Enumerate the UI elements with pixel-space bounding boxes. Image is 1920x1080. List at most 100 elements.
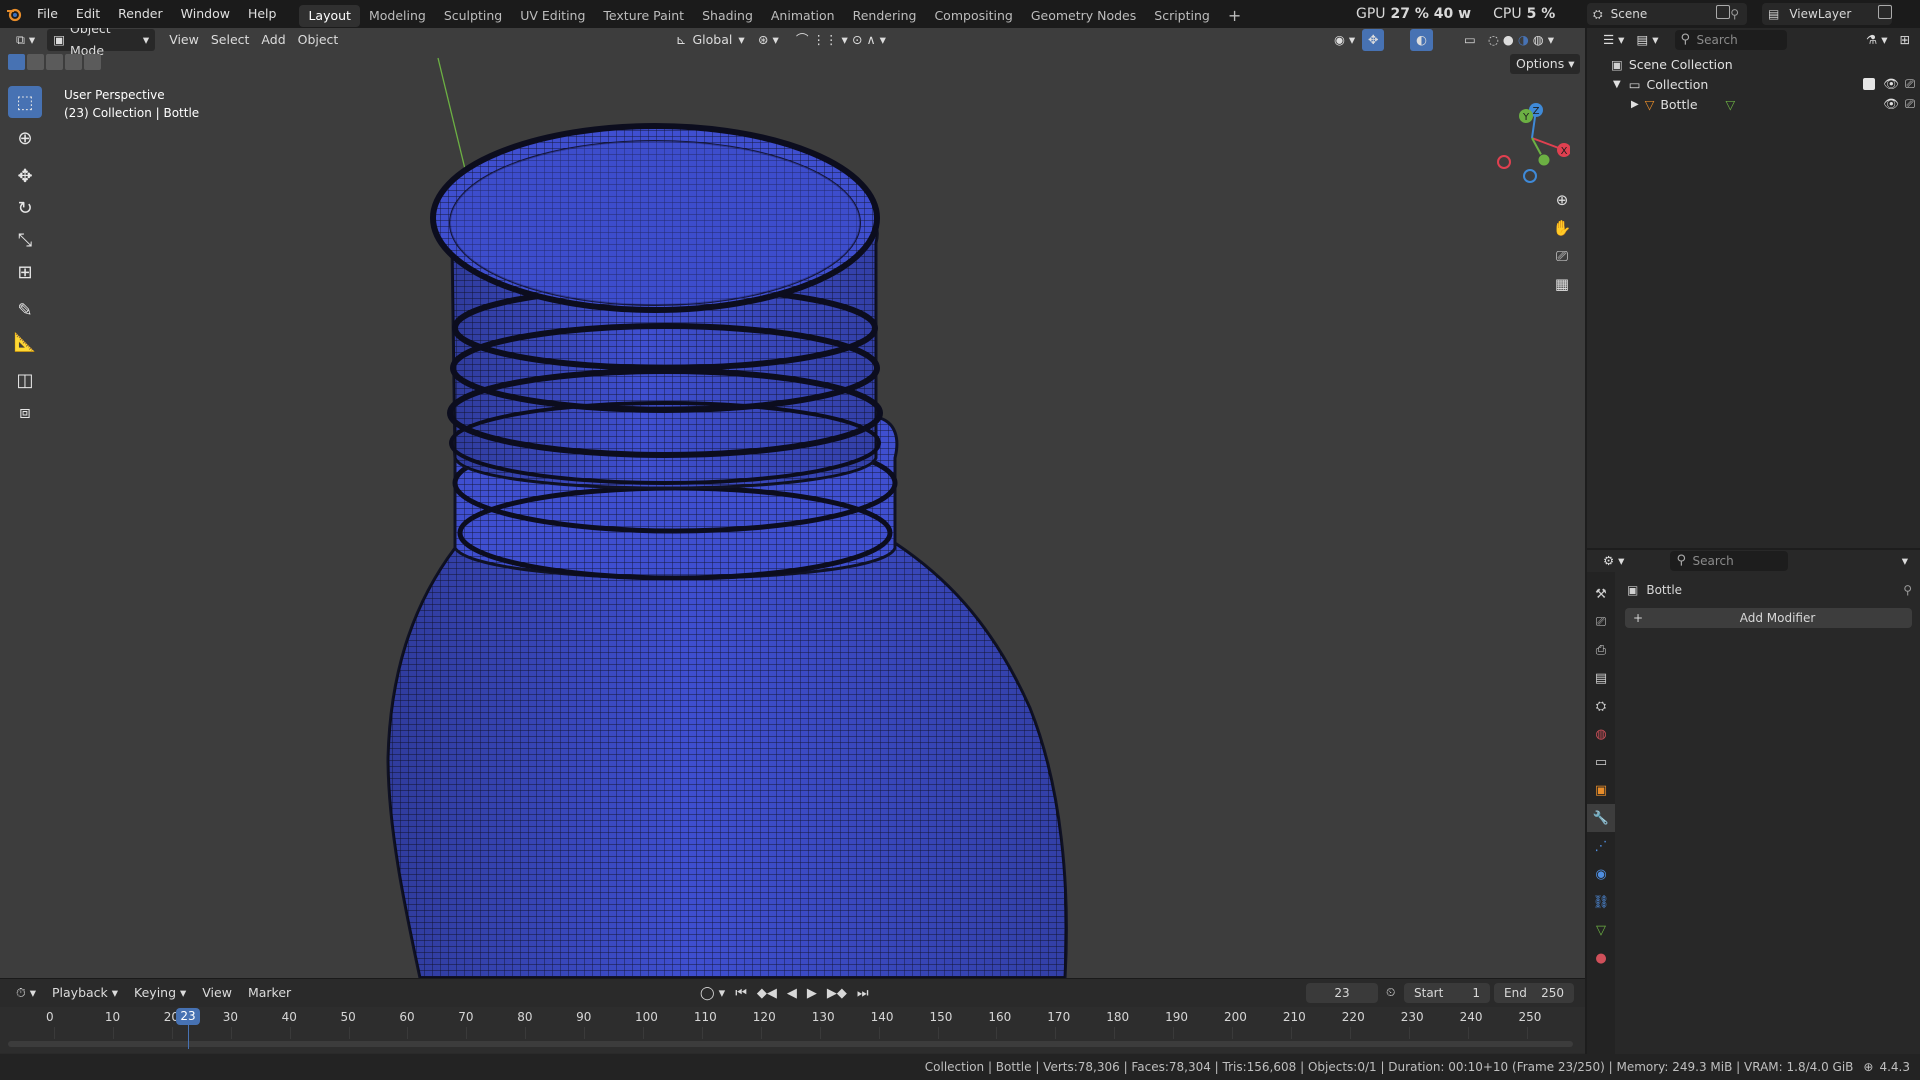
constraints-tab-icon[interactable]: ⛓ — [1587, 888, 1615, 916]
menu-marker[interactable]: Marker — [242, 982, 297, 1004]
new-collection-icon[interactable]: ⊞ — [1894, 29, 1916, 51]
frame-ruler[interactable]: 0 10 20 30 40 50 60 70 80 90 100 110 120 130 140 150 160… — [0, 1007, 1585, 1053]
add-object-icon[interactable]: ⧈ — [8, 396, 42, 428]
annotate-icon[interactable]: ✎ — [8, 294, 42, 326]
select-extend-icon[interactable] — [27, 54, 44, 70]
render-tab-icon[interactable]: ⎚ — [1587, 608, 1615, 636]
play-icon[interactable]: ▶ — [807, 986, 817, 1001]
add-workspace-button[interactable]: + — [1219, 5, 1250, 27]
tab-compositing[interactable]: Compositing — [925, 5, 1021, 27]
scene-tab-icon[interactable]: ⛭ — [1587, 692, 1615, 720]
pin-icon[interactable]: ⚲ — [1730, 7, 1739, 21]
tab-shading[interactable]: Shading — [693, 5, 762, 27]
new-view-layer-icon[interactable] — [1878, 5, 1892, 19]
physics-tab-icon[interactable]: ◉ — [1587, 860, 1615, 888]
overlay-toggle-icon[interactable]: ◐ — [1410, 29, 1433, 51]
menu-playback[interactable]: Playback ▾ — [46, 982, 124, 1004]
pin-icon[interactable]: ⚲ — [1903, 583, 1912, 597]
snap-icon[interactable]: ⌒ ⋮⋮ ▾ — [790, 29, 854, 51]
render-camera-icon[interactable]: ⎚ — [1905, 96, 1915, 112]
view-layer-tab-icon[interactable]: ▤ — [1587, 664, 1615, 692]
wireframe-shading-icon[interactable]: ◌ — [1488, 29, 1499, 51]
properties-editor[interactable]: ⚙ ▾ Search ▾ ⚒ ⎚ ⎙ ▤ ⛭ ◍ ▭ ▣ 🔧 ⋰ ◉ ⛓ ▽ ●… — [1587, 550, 1920, 1054]
properties-search-input[interactable]: Search — [1670, 551, 1789, 571]
cursor-icon[interactable]: ⊕ — [8, 122, 42, 154]
add-cube-icon[interactable]: ◫ — [8, 364, 42, 396]
menu-timeline-view[interactable]: View — [196, 982, 238, 1004]
tab-scripting[interactable]: Scripting — [1145, 5, 1219, 27]
pan-hand-icon[interactable]: ✋ — [1548, 214, 1576, 242]
display-mode-icon[interactable]: ▤ ▾ — [1630, 29, 1664, 51]
options-dropdown[interactable]: Options ▾ — [1510, 54, 1581, 74]
prev-keyframe-icon[interactable]: ◆◀ — [757, 986, 777, 1001]
solid-shading-icon[interactable]: ● — [1503, 29, 1514, 51]
pivot-icon[interactable]: ⊛ ▾ — [752, 29, 785, 51]
3d-viewport[interactable]: ⧉ ▾ ▣ Object Mode ▾ View Select Add Obje… — [0, 28, 1585, 978]
material-shading-icon[interactable]: ◑ — [1518, 29, 1529, 51]
chevron-down-icon[interactable]: ▼ — [1613, 79, 1621, 90]
start-frame-field[interactable]: Start 1 — [1404, 983, 1490, 1003]
select-intersect-icon[interactable] — [84, 54, 101, 70]
end-frame-field[interactable]: End 250 — [1494, 983, 1574, 1003]
mode-selector[interactable]: ▣ Object Mode ▾ — [47, 28, 156, 58]
rendered-shading-icon[interactable]: ◍ — [1533, 29, 1544, 51]
xray-icon[interactable]: ▭ — [1458, 29, 1482, 51]
eye-icon[interactable]: 👁 — [1883, 96, 1899, 112]
menu-file[interactable]: File — [28, 0, 67, 28]
visibility-icon[interactable]: ◉ ▾ — [1328, 29, 1361, 51]
eye-icon[interactable]: 👁 — [1883, 76, 1899, 92]
world-tab-icon[interactable]: ◍ — [1587, 720, 1615, 748]
chevron-down-icon[interactable]: ▾ — [1896, 550, 1914, 572]
navigation-gizmo[interactable]: X Z Y — [1490, 88, 1570, 188]
tab-modeling[interactable]: Modeling — [360, 5, 435, 27]
grid-ortho-icon[interactable]: ▦ — [1548, 270, 1576, 298]
material-tab-icon[interactable]: ● — [1587, 944, 1615, 972]
blender-logo-icon[interactable] — [0, 0, 28, 28]
editor-type-icon[interactable]: ⧉ ▾ — [10, 29, 41, 51]
transform-icon[interactable]: ⊞ — [8, 256, 42, 288]
bottle-mesh[interactable] — [0, 28, 1585, 978]
outliner-editor-icon[interactable]: ☰ ▾ — [1597, 29, 1630, 51]
tab-uv-editing[interactable]: UV Editing — [511, 5, 594, 27]
menu-edit[interactable]: Edit — [67, 0, 109, 28]
next-keyframe-icon[interactable]: ▶◆ — [827, 986, 847, 1001]
exclude-checkbox[interactable] — [1863, 78, 1876, 90]
data-tab-icon[interactable]: ▽ — [1587, 916, 1615, 944]
move-icon[interactable]: ✥ — [8, 160, 42, 192]
select-box-icon[interactable]: ⬚ — [8, 86, 42, 118]
scale-icon[interactable]: ⤡ — [8, 224, 42, 256]
rotate-icon[interactable]: ↻ — [8, 192, 42, 224]
filter-icon[interactable]: ⚗ ▾ — [1860, 29, 1893, 51]
transform-orientation[interactable]: ⊾ Global ▾ — [670, 29, 751, 51]
stopwatch-icon[interactable]: ⏲ — [1386, 985, 1395, 1000]
select-new-icon[interactable] — [8, 54, 25, 70]
tab-animation[interactable]: Animation — [762, 5, 844, 27]
render-camera-icon[interactable]: ⎚ — [1905, 76, 1915, 92]
measure-icon[interactable]: 📐 — [8, 326, 42, 358]
tab-sculpting[interactable]: Sculpting — [435, 5, 511, 27]
tab-rendering[interactable]: Rendering — [844, 5, 926, 27]
select-invert-icon[interactable] — [65, 54, 82, 70]
menu-window[interactable]: Window — [172, 0, 239, 28]
tab-geometry-nodes[interactable]: Geometry Nodes — [1022, 5, 1145, 27]
current-frame-field[interactable]: 23 — [1306, 983, 1378, 1003]
modifier-tab-icon[interactable]: 🔧 — [1587, 804, 1615, 832]
jump-start-icon[interactable]: ⏮ — [735, 986, 747, 1001]
menu-select[interactable]: Select — [205, 29, 256, 51]
menu-render[interactable]: Render — [109, 0, 172, 28]
play-reverse-icon[interactable]: ◀ — [787, 986, 797, 1001]
collection-tab-icon[interactable]: ▭ — [1587, 748, 1615, 776]
tab-texture-paint[interactable]: Texture Paint — [594, 5, 693, 27]
timeline[interactable]: ⏱ ▾ Playback ▾ Keying ▾ View Marker ◯ ▾ … — [0, 978, 1585, 1054]
tool-tab-icon[interactable]: ⚒ — [1587, 580, 1615, 608]
new-scene-icon[interactable] — [1716, 5, 1730, 19]
camera-icon[interactable]: ⎚ — [1548, 242, 1576, 270]
add-modifier-button[interactable]: + Add Modifier — [1625, 608, 1912, 628]
menu-keying[interactable]: Keying ▾ — [128, 982, 192, 1004]
menu-help[interactable]: Help — [239, 0, 286, 28]
outliner-search-input[interactable]: Search — [1674, 30, 1787, 50]
particles-tab-icon[interactable]: ⋰ — [1587, 832, 1615, 860]
menu-view[interactable]: View — [163, 29, 205, 51]
zoom-icon[interactable]: ⊕ — [1548, 186, 1576, 214]
select-subtract-icon[interactable] — [46, 54, 63, 70]
